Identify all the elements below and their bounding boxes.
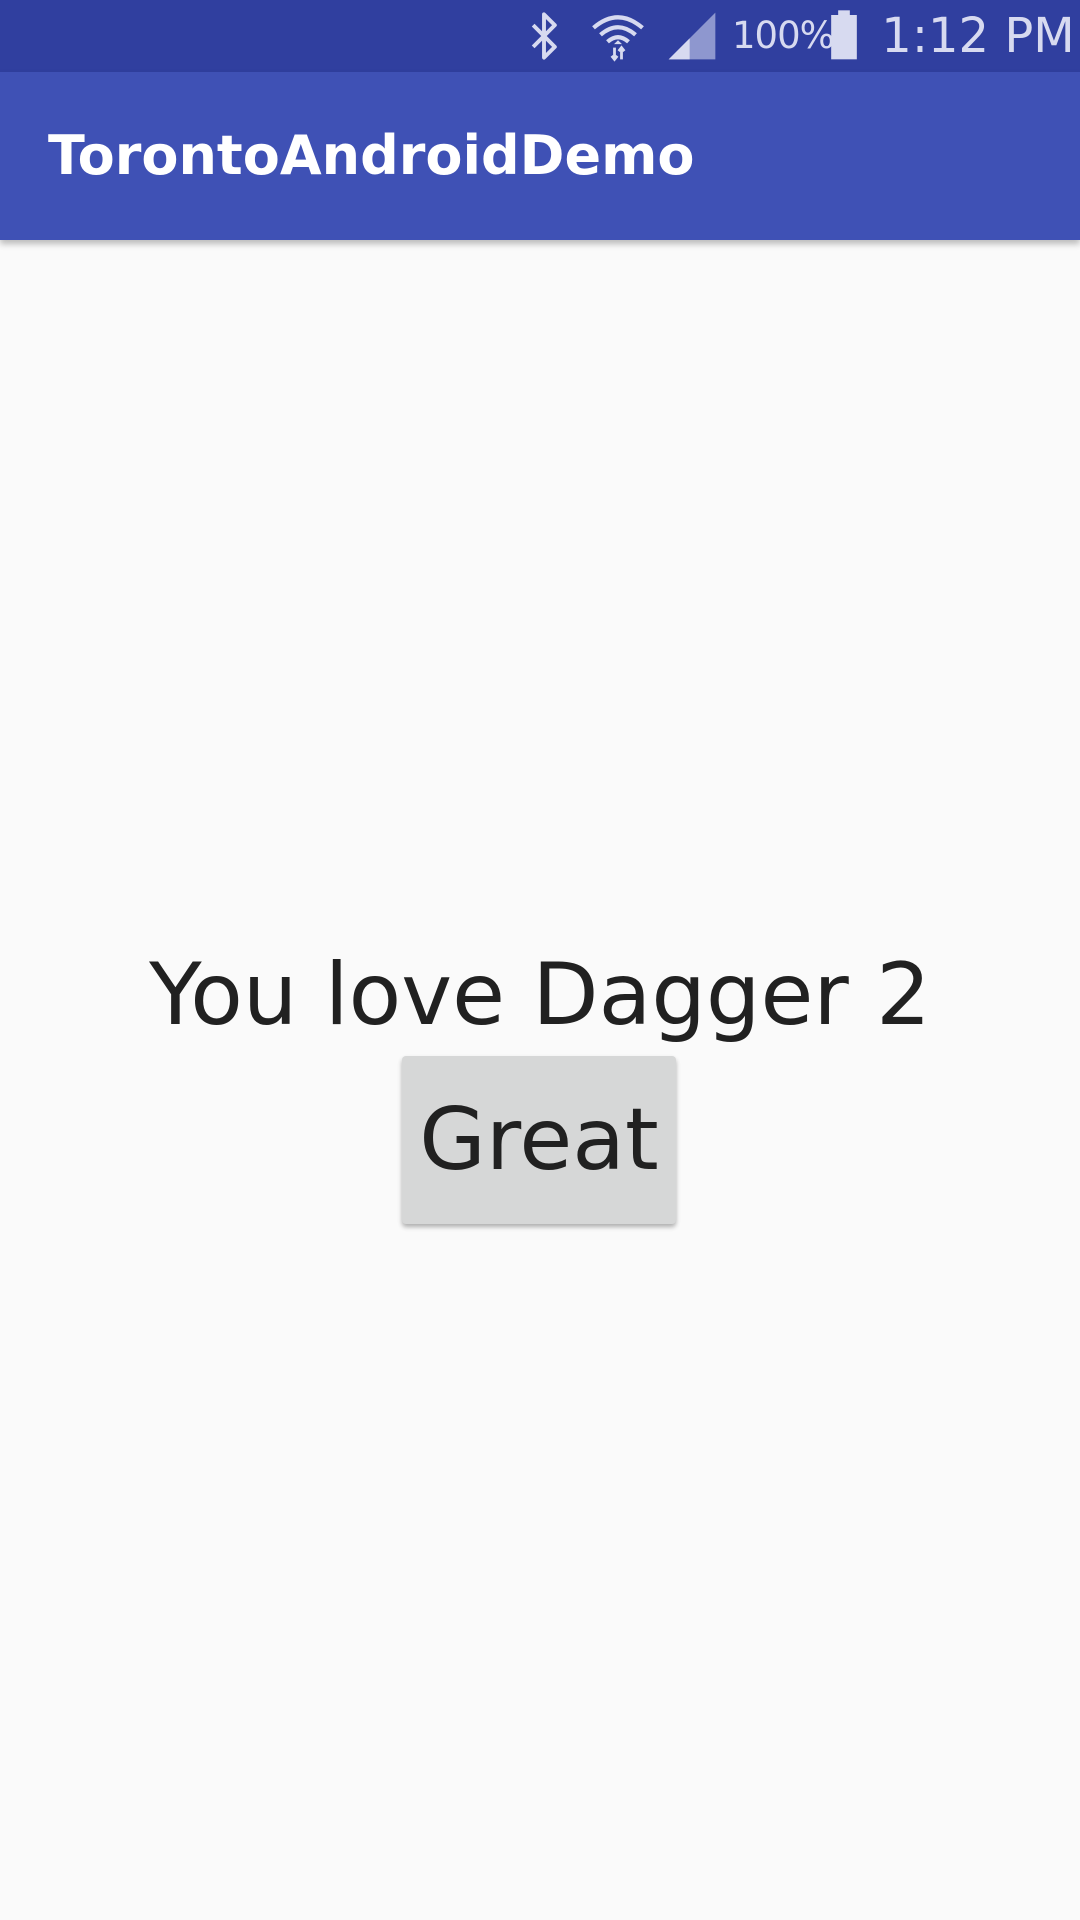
main-content: You love Dagger 2 Great	[0, 240, 1080, 1920]
battery-percent: 100%	[732, 14, 835, 57]
battery-icon	[831, 10, 857, 60]
app-title: TorontoAndroidDemo	[48, 124, 695, 187]
app-bar: TorontoAndroidDemo	[0, 72, 1080, 240]
status-clock: 1:12 PM	[881, 8, 1075, 64]
bluetooth-icon	[531, 12, 557, 60]
wifi-icon	[592, 15, 644, 62]
cell-signal-icon	[668, 12, 716, 60]
message-text: You love Dagger 2	[149, 945, 931, 1045]
status-bar: 100% 1:12 PM	[0, 0, 1080, 72]
great-button[interactable]: Great	[402, 1056, 676, 1224]
